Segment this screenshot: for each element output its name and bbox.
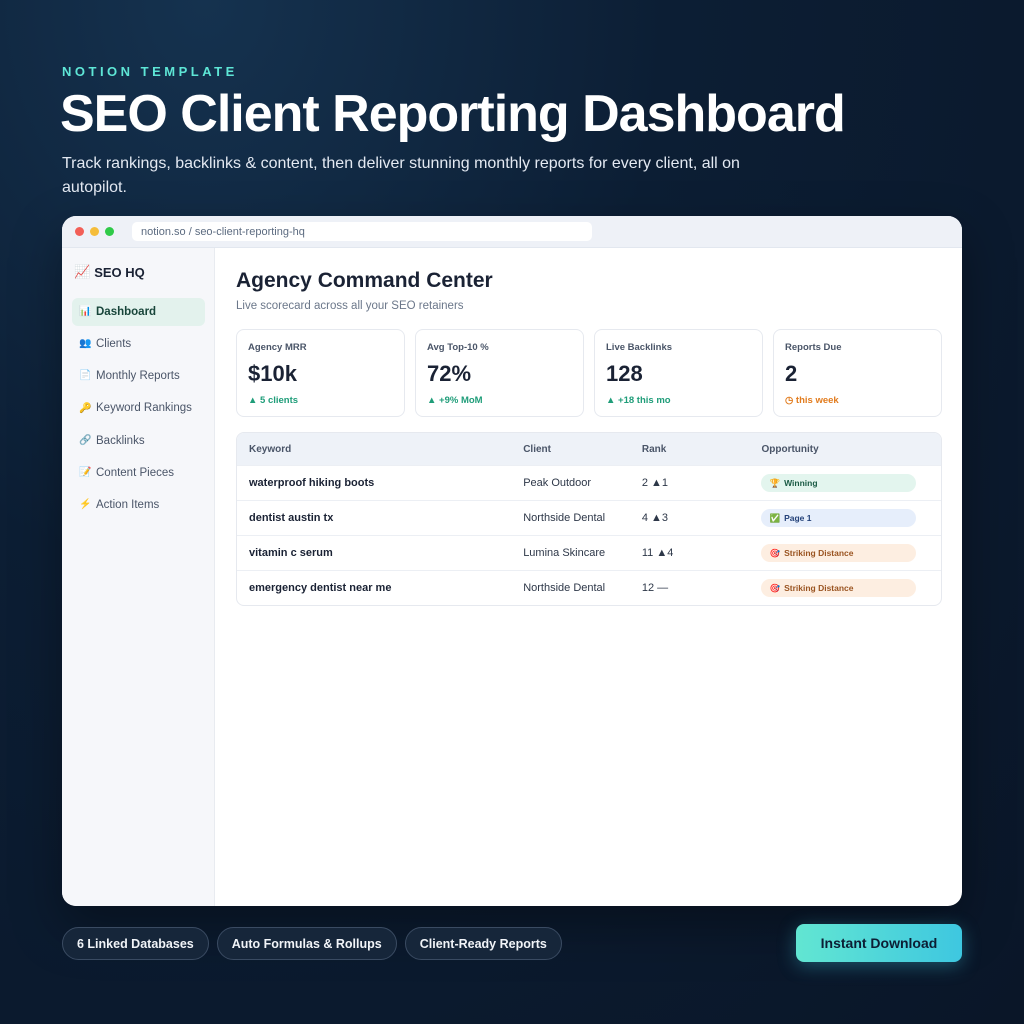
column-header-client[interactable]: Client (523, 444, 642, 455)
sidebar-item-backlinks[interactable]: 🔗 Backlinks (72, 427, 205, 455)
lightning-icon: ⚡ (79, 499, 92, 510)
stat-card-backlinks[interactable]: Live Backlinks 128 ▲ +18 this mo (594, 329, 763, 417)
opportunity-label: Striking Distance (784, 548, 854, 558)
opportunity-badge: 🎯 Striking Distance (761, 544, 917, 562)
client-cell: Northside Dental (523, 512, 606, 524)
trophy-icon: 🏆 (769, 477, 781, 488)
opportunity-label: Page 1 (784, 513, 812, 523)
client-cell: Lumina Skincare (523, 547, 606, 559)
sidebar-nav: 📊 Dashboard 👥 Clients 📄 Monthly Reports … (72, 298, 205, 523)
opportunity-badge: 🏆 Winning (761, 474, 917, 492)
feature-badge-reports: Client-Ready Reports (404, 927, 562, 960)
stat-value: 128 (606, 361, 643, 386)
sidebar-item-content-pieces[interactable]: 📝 Content Pieces (72, 459, 205, 487)
users-icon: 👥 (79, 338, 92, 349)
column-header-opportunity[interactable]: Opportunity (761, 444, 941, 455)
sidebar-item-label: Keyword Rankings (96, 402, 192, 414)
stat-value: 72% (427, 361, 472, 386)
feature-badges: 6 Linked Databases Auto Formulas & Rollu… (62, 927, 562, 960)
stat-label: Reports Due (785, 342, 842, 353)
chart-up-icon: 📈 (74, 264, 91, 279)
stat-card-mrr[interactable]: Agency MRR $10k ▲ 5 clients (236, 329, 405, 417)
rank-cell: 4 ▲3 (641, 512, 669, 524)
opportunity-cell: 🎯 Striking Distance (761, 544, 941, 562)
keyword-cell: vitamin c serum (249, 547, 333, 559)
keyword-table: Keyword Client Rank Opportunity waterpro… (236, 432, 942, 606)
sidebar-item-label: Backlinks (96, 435, 145, 447)
opportunity-cell: 🎯 Striking Distance (761, 579, 941, 597)
keyword-cell: emergency dentist near me (249, 582, 392, 594)
feature-badge-formulas: Auto Formulas & Rollups (216, 927, 397, 960)
target-icon: 🎯 (769, 547, 781, 558)
rank-cell: 11 ▲4 (641, 547, 674, 559)
sidebar-item-label: Action Items (96, 499, 160, 511)
url-bar[interactable]: notion.so / seo-client-reporting-hq (132, 222, 592, 241)
sidebar-item-label: Monthly Reports (96, 370, 180, 382)
opportunity-cell: ✅ Page 1 (761, 509, 941, 527)
stat-delta: ▲ +9% MoM (427, 395, 483, 406)
rank-cell: 2 ▲1 (641, 477, 669, 489)
key-icon: 🔑 (79, 403, 92, 414)
sidebar: 📈 SEO HQ 📊 Dashboard 👥 Clients 📄 Monthly… (62, 248, 215, 906)
client-cell: Northside Dental (523, 582, 606, 594)
check-icon: ✅ (769, 512, 781, 523)
sidebar-item-clients[interactable]: 👥 Clients (72, 330, 205, 358)
stat-delta: ◷ this week (785, 395, 839, 406)
table-row[interactable]: dentist austin tx Northside Dental 4 ▲3 … (237, 500, 941, 535)
brand-label: SEO HQ (94, 264, 145, 280)
memo-icon: 📝 (79, 467, 92, 478)
table-header: Keyword Client Rank Opportunity (237, 433, 941, 465)
dashboard-subtitle: Live scorecard across all your SEO retai… (236, 300, 464, 312)
table-row[interactable]: waterproof hiking boots Peak Outdoor 2 ▲… (237, 465, 941, 500)
instant-download-button[interactable]: Instant Download (796, 924, 962, 962)
app-window: notion.so / seo-client-reporting-hq 📈 SE… (62, 216, 962, 906)
document-icon: 📄 (79, 370, 92, 381)
minimize-window-dot[interactable] (90, 227, 99, 236)
sidebar-item-label: Content Pieces (96, 467, 174, 479)
page-subtitle: Track rankings, backlinks & content, the… (62, 155, 740, 196)
sidebar-item-dashboard[interactable]: 📊 Dashboard (72, 298, 205, 326)
opportunity-badge: ✅ Page 1 (761, 509, 917, 527)
main-content: Agency Command Center Live scorecard acr… (236, 248, 942, 906)
opportunity-badge: 🎯 Striking Distance (761, 579, 917, 597)
stat-value: 2 (785, 361, 798, 386)
window-titlebar: notion.so / seo-client-reporting-hq (62, 216, 962, 248)
stat-delta: ▲ 5 clients (248, 395, 299, 406)
stat-label: Agency MRR (248, 342, 307, 353)
bar-chart-icon: 📊 (79, 306, 92, 317)
sidebar-item-monthly-reports[interactable]: 📄 Monthly Reports (72, 362, 205, 390)
opportunity-label: Winning (784, 478, 818, 488)
column-header-rank[interactable]: Rank (642, 444, 762, 455)
opportunity-cell: 🏆 Winning (761, 474, 941, 492)
link-icon: 🔗 (79, 435, 92, 446)
stat-cards: Agency MRR $10k ▲ 5 clients Avg Top-10 %… (236, 329, 942, 417)
stat-card-top10[interactable]: Avg Top-10 % 72% ▲ +9% MoM (415, 329, 584, 417)
stat-value: $10k (248, 361, 297, 386)
stat-card-reports-due[interactable]: Reports Due 2 ◷ this week (773, 329, 942, 417)
page-title: SEO Client Reporting Dashboard (60, 85, 846, 143)
keyword-cell: dentist austin tx (249, 512, 334, 524)
sidebar-item-keyword-rankings[interactable]: 🔑 Keyword Rankings (72, 394, 205, 423)
feature-badge-databases: 6 Linked Databases (62, 927, 209, 960)
stat-label: Avg Top-10 % (427, 342, 489, 353)
keyword-cell: waterproof hiking boots (249, 477, 375, 489)
sidebar-item-action-items[interactable]: ⚡ Action Items (72, 491, 205, 519)
rank-cell: 12 — (641, 582, 669, 594)
sidebar-item-label: Clients (96, 338, 132, 350)
table-row[interactable]: emergency dentist near me Northside Dent… (237, 570, 941, 605)
dashboard-title: Agency Command Center (236, 269, 493, 292)
eyebrow-label: NOTION TEMPLATE (62, 64, 238, 79)
column-header-keyword[interactable]: Keyword (237, 444, 523, 455)
opportunity-label: Striking Distance (784, 583, 854, 593)
close-window-dot[interactable] (75, 227, 84, 236)
maximize-window-dot[interactable] (105, 227, 114, 236)
client-cell: Peak Outdoor (523, 477, 592, 489)
stat-delta: ▲ +18 this mo (606, 395, 671, 406)
sidebar-brand[interactable]: 📈 SEO HQ (74, 264, 145, 280)
stat-label: Live Backlinks (606, 342, 673, 353)
sidebar-item-label: Dashboard (96, 306, 157, 318)
table-row[interactable]: vitamin c serum Lumina Skincare 11 ▲4 🎯 … (237, 535, 941, 570)
target-icon: 🎯 (769, 582, 781, 593)
